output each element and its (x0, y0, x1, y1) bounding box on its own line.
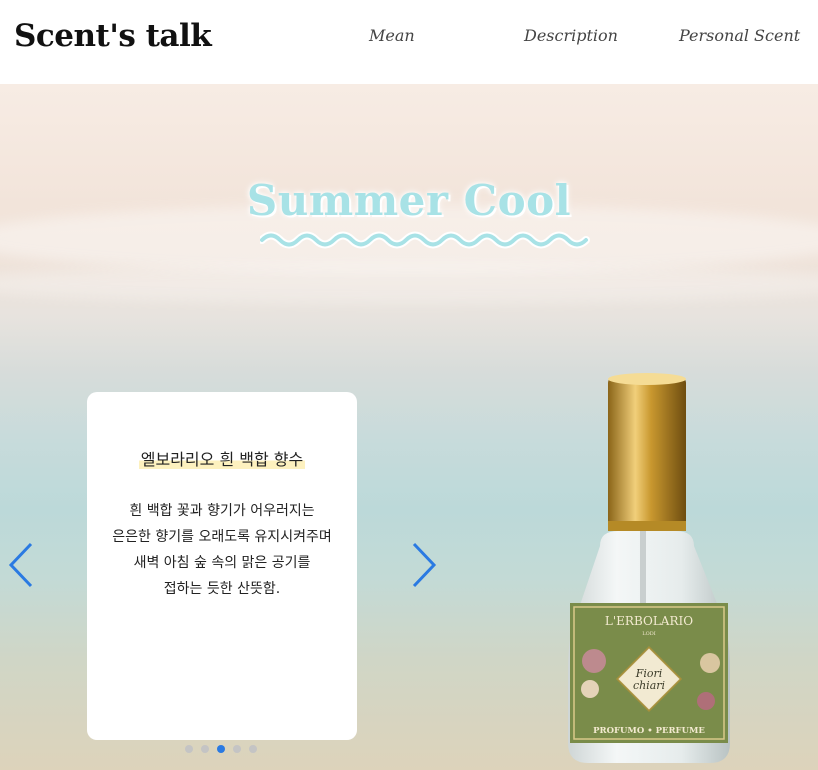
product-description: 흰 백합 꽃과 향기가 어우러지는 은은한 향기를 오래도록 유지시켜주며 새벽… (87, 498, 357, 602)
description-line: 새벽 아침 숲 속의 맑은 공기를 (133, 555, 311, 571)
chevron-left-icon[interactable] (7, 542, 35, 588)
pagination-dot[interactable] (233, 745, 241, 753)
site-header: Scent's talk Mean Description Personal S… (0, 0, 818, 84)
beach-wave-foam (0, 264, 818, 304)
product-title-wrap: 엘보라리오 흰 백합 향수 (87, 446, 357, 470)
bottle-sub-brand: LODI (642, 631, 655, 637)
pagination-dot[interactable] (185, 745, 193, 753)
pagination-dot-active[interactable] (217, 745, 225, 753)
bottle-brand: L'ERBOLARIO (605, 614, 693, 628)
product-title: 엘보라리오 흰 백합 향수 (138, 450, 306, 469)
bottle-label-line2: chiari (633, 679, 665, 692)
hero-title: Summer Cool (246, 176, 572, 225)
nav-description[interactable]: Description (524, 26, 618, 45)
hero-banner: Summer Cool 엘보라리오 흰 백합 향수 흰 백합 꽃과 향기가 어우… (0, 84, 818, 770)
pagination-dot[interactable] (201, 745, 209, 753)
bottle-footer: PROFUMO • PERFUME (593, 726, 705, 736)
hero-title-wrap: Summer Cool (0, 176, 818, 225)
nav-mean[interactable]: Mean (369, 26, 415, 45)
pagination-dot[interactable] (249, 745, 257, 753)
description-line: 은은한 향기를 오래도록 유지시켜주며 (112, 529, 332, 545)
description-line: 접하는 듯한 산뜻함. (163, 581, 281, 597)
squiggle-underline-icon (260, 231, 590, 249)
description-line: 흰 백합 꽃과 향기가 어우러지는 (129, 503, 315, 519)
nav-personal-scent[interactable]: Personal Scent (679, 26, 800, 45)
product-card: 엘보라리오 흰 백합 향수 흰 백합 꽃과 향기가 어우러지는 은은한 향기를 … (87, 392, 357, 740)
chevron-right-icon[interactable] (410, 542, 438, 588)
perfume-bottle-image: L'ERBOLARIO LODI Fiori chiari PROFUMO • … (568, 373, 730, 763)
site-logo[interactable]: Scent's talk (14, 18, 212, 54)
